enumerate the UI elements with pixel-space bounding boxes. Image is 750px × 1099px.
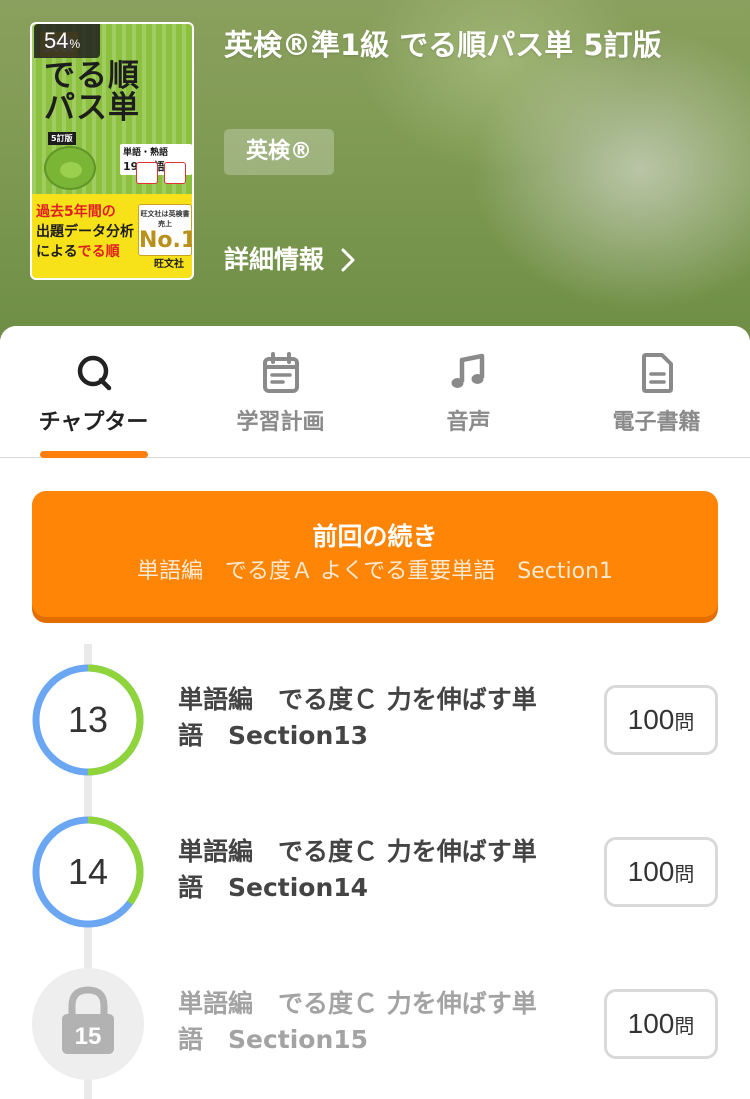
- active-tab-indicator: [40, 451, 148, 458]
- question-count-badge[interactable]: 100問: [604, 837, 718, 907]
- cover-edition: 5訂版: [48, 132, 76, 145]
- section-number: 14: [67, 851, 109, 892]
- section-title: 単語編 でる度Ｃ 力を伸ばす単語 Section14: [178, 837, 537, 902]
- tab-label: チャプター: [38, 410, 149, 435]
- calendar-icon: [262, 352, 299, 393]
- section-title: 単語編 でる度Ｃ 力を伸ばす単語 Section15: [178, 989, 537, 1054]
- cover-title: でる順パス単: [44, 58, 140, 126]
- section-row-14[interactable]: 14 単語編 でる度Ｃ 力を伸ばす単語 Section14 100問: [0, 814, 750, 934]
- locked-section-number: 15: [75, 1023, 102, 1050]
- book-title: 英検®準1級 でる順パス単 5訂版: [224, 28, 662, 62]
- tab-audio[interactable]: 音声: [375, 326, 562, 458]
- section-row-13[interactable]: 13 単語編 でる度Ｃ 力を伸ばす単語 Section13 100問: [0, 662, 750, 782]
- search-icon: [77, 355, 111, 391]
- content-sheet: チャプター 学習計画 音声 電子書籍 前回の続き 単語編 でる度Ａ よくでる重要…: [0, 326, 750, 1099]
- book-cover[interactable]: 英検 でる順パス単 5訂版 単語・熟語 1900語 過去5年間の 出題データ分析…: [30, 22, 194, 280]
- cover-no1-badge: 旺文社は英検書売上 No.1: [138, 204, 192, 256]
- detail-info-link[interactable]: 詳細情報: [224, 238, 358, 282]
- resume-title: 前回の続き: [312, 522, 438, 551]
- tab-chapter[interactable]: チャプター: [0, 326, 187, 458]
- section-number: 13: [67, 699, 109, 740]
- reading-progress-badge: 54%: [34, 24, 100, 58]
- tab-ebook[interactable]: 電子書籍: [563, 326, 750, 458]
- resume-subtitle: 単語編 でる度Ａ よくでる重要単語 Section1: [136, 559, 614, 584]
- cover-catch-copy: 過去5年間の 出題データ分析 によるでる順: [36, 204, 134, 260]
- section-title: 単語編 でる度Ｃ 力を伸ばす単語 Section13: [178, 685, 537, 750]
- document-icon: [641, 353, 673, 393]
- cover-audio-app-icon: [136, 162, 158, 184]
- tab-study-plan[interactable]: 学習計画: [187, 326, 374, 458]
- book-header: 英検 でる順パス単 5訂版 単語・熟語 1900語 過去5年間の 出題データ分析…: [0, 0, 750, 340]
- question-count-badge[interactable]: 100問: [604, 989, 718, 1059]
- category-chip[interactable]: 英検®: [224, 129, 335, 175]
- tab-label: 電子書籍: [612, 410, 701, 435]
- tab-bar: チャプター 学習計画 音声 電子書籍: [0, 326, 750, 458]
- tab-label: 音声: [446, 410, 491, 435]
- lock-icon: 15: [32, 968, 144, 1080]
- question-count-badge[interactable]: 100問: [604, 685, 718, 755]
- cover-publisher: 旺文社: [154, 259, 184, 270]
- resume-button[interactable]: 前回の続き 単語編 でる度Ａ よくでる重要単語 Section1: [32, 491, 718, 617]
- tab-label: 学習計画: [236, 410, 325, 435]
- chevron-right-icon: [341, 248, 355, 272]
- section-row-15[interactable]: 15 単語編 でる度Ｃ 力を伸ばす単語 Section15 100問: [0, 966, 750, 1086]
- cover-mascot-icon: [44, 146, 96, 190]
- cover-study-app-icon: [164, 162, 186, 184]
- detail-info-label: 詳細情報: [224, 245, 325, 274]
- music-note-icon: [451, 353, 484, 388]
